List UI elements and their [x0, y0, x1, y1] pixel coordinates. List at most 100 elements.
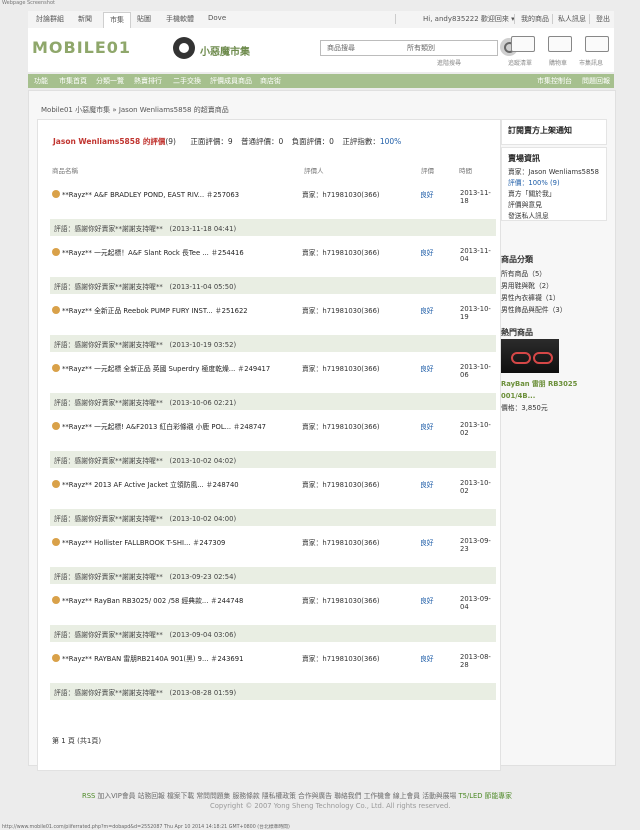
product-title[interactable]: **Rayz** RAYBAN 雷朋RB2140A 901(黑) 9... ＃2…: [62, 653, 322, 663]
browser-caption: Webpage Screenshot: [2, 0, 55, 6]
seller-text[interactable]: 賣家：h71981030(366): [302, 653, 380, 663]
footer-terms[interactable]: 服務條款: [233, 792, 260, 800]
seller-link-about[interactable]: 賣方「關於我」: [502, 189, 606, 200]
logout-link[interactable]: 登出: [596, 14, 610, 24]
seller-text[interactable]: 賣家：h71981030(366): [302, 595, 380, 605]
footer-vip[interactable]: 加入VIP會員: [98, 792, 136, 800]
market-message-label[interactable]: 市集訊息: [579, 58, 603, 67]
user-greeting[interactable]: Hi, andy835222 歡迎回來 ▾: [423, 14, 515, 24]
product-title[interactable]: **Rayz** 一元起標 全新正品 英國 Superdry 極度乾燥... ＃…: [62, 363, 322, 373]
product-title[interactable]: **Rayz** 一元起標! A&F2013 紅白彩條襯 小鹿 POL... ＃…: [62, 421, 322, 431]
rating-count: (9): [165, 137, 176, 146]
rating-text: 良好: [420, 655, 434, 663]
comment-row: 評語：感謝你好賣家**謝謝支持喔** (2013-08-28 01:59): [50, 683, 496, 700]
footer-ads[interactable]: 合作與廣告: [298, 792, 332, 800]
advanced-search-link[interactable]: 進階搜尋: [437, 58, 461, 67]
devil-logo-icon: [173, 37, 195, 59]
table-row: **Rayz** RayBan RB3025/ 002 /58 經典款... ＃…: [52, 594, 492, 612]
hot-products-title: 熱門商品: [501, 328, 533, 337]
search-category-select[interactable]: 所有類別: [407, 43, 491, 53]
footer-faq[interactable]: 常問問題集: [196, 792, 230, 800]
comment-row: 評語：感謝你好賣家**謝謝支持喔** (2013-10-06 02:21): [50, 393, 496, 410]
rated-user[interactable]: Jason Wenliams5858 的評價: [53, 137, 165, 146]
seller-text[interactable]: 賣家：h71981030(366): [302, 421, 380, 431]
comment-text: 評語：感謝你好賣家**謝謝支持喔** (2013-09-04 03:06): [54, 631, 237, 639]
col-time: 時間: [459, 167, 472, 175]
product-title[interactable]: **Rayz** Hollister FALLBROOK T-SHI... ＃2…: [62, 537, 322, 547]
site-logo[interactable]: MOBILE01: [32, 38, 131, 57]
rating-date: 2013-10-19: [460, 305, 491, 321]
market-message-icon[interactable]: [585, 36, 609, 52]
seller-name[interactable]: 賣家：Jason Wenliams5858: [502, 167, 606, 178]
category-accessories[interactable]: 男性飾品與配件（3）: [501, 304, 605, 314]
search-box[interactable]: 商品搜尋 所有類別: [320, 40, 498, 56]
private-messages-link[interactable]: 私人訊息: [558, 14, 586, 24]
table-row: **Rayz** A&F BRADLEY POND, EAST RIV... ＃…: [52, 188, 492, 206]
footer-contact[interactable]: 聯絡我們: [334, 792, 361, 800]
seller-text[interactable]: 賣家：h71981030(366): [302, 363, 380, 373]
rating-date: 2013-10-02: [460, 421, 491, 437]
nav-features[interactable]: 功能: [34, 76, 48, 86]
tab-discussion[interactable]: 討論群組: [36, 14, 64, 24]
table-row: **Rayz** 一元起標! A&F2013 紅白彩條襯 小鹿 POL... ＃…: [52, 420, 492, 438]
rating-date: 2013-11-18: [460, 189, 491, 205]
cart-label[interactable]: 購物車: [549, 58, 567, 67]
seller-text[interactable]: 賣家：h71981030(366): [302, 305, 380, 315]
tab-photos[interactable]: 貼圖: [137, 14, 151, 24]
rating-text: 良好: [420, 191, 434, 199]
product-title[interactable]: **Rayz** A&F BRADLEY POND, EAST RIV... ＃…: [62, 189, 322, 199]
hot-product-image[interactable]: [501, 339, 559, 373]
watchlist-label[interactable]: 追蹤清單: [508, 58, 532, 67]
product-title[interactable]: **Rayz** RayBan RB3025/ 002 /58 經典款... ＃…: [62, 595, 322, 605]
category-all[interactable]: 所有商品（5）: [501, 268, 605, 278]
table-row: **Rayz** 一元起標！A&F Slant Rock 長Tee ... ＃2…: [52, 246, 492, 264]
footer-privacy[interactable]: 隱私權政策: [262, 792, 296, 800]
cart-icon[interactable]: [548, 36, 572, 52]
copyright: Copyright © 2007 Yong Sheng Technology C…: [210, 802, 451, 810]
seller-text[interactable]: 賣家：h71981030(366): [302, 189, 380, 199]
comment-row: 評語：感謝你好賣家**謝謝支持喔** (2013-10-02 04:00): [50, 509, 496, 526]
rating-date: 2013-11-04: [460, 247, 491, 263]
pagination[interactable]: 第 1 頁 (共1頁): [52, 736, 101, 746]
hot-product-name[interactable]: RayBan 雷朋 RB3025 001/4B...: [501, 378, 605, 402]
seller-link-feedback[interactable]: 評價與意見: [502, 200, 606, 211]
nav-second-hand[interactable]: 二手交換: [173, 76, 201, 86]
seller-text[interactable]: 賣家：h71981030(366): [302, 537, 380, 547]
footer-led[interactable]: T5/LED 節能專家: [458, 792, 511, 800]
subscribe-title[interactable]: 訂閱賣方上架通知: [502, 120, 606, 139]
tab-mobile-apps[interactable]: 手機軟體: [166, 14, 194, 24]
nav-categories[interactable]: 分類一覽: [96, 76, 124, 86]
footer-events[interactable]: 活動與展場: [422, 792, 456, 800]
nav-market-console[interactable]: 市集控制台: [537, 76, 572, 86]
seller-link-message[interactable]: 發送私人訊息: [502, 211, 606, 222]
footer-download[interactable]: 檔案下載: [167, 792, 194, 800]
product-title[interactable]: **Rayz** 2013 AF Active Jacket 立領防風... ＃…: [62, 479, 322, 489]
footer-online-members[interactable]: 線上會員: [393, 792, 420, 800]
seller-rate[interactable]: 評價：100% (9): [502, 178, 606, 189]
nav-home[interactable]: 市集首頁: [59, 76, 87, 86]
seller-text[interactable]: 賣家：h71981030(366): [302, 479, 380, 489]
category-title: 商品分類: [501, 255, 533, 264]
tab-news[interactable]: 新聞: [78, 14, 92, 24]
breadcrumb[interactable]: Mobile01 小惡魔市集 » Jason Wenliams5858 的超賣商…: [41, 105, 229, 115]
nav-best-sellers[interactable]: 熱賣排行: [134, 76, 162, 86]
table-row: **Rayz** 全新正品 Reebok PUMP FURY INST... ＃…: [52, 304, 492, 322]
search-input[interactable]: 商品搜尋: [327, 43, 355, 53]
product-title[interactable]: **Rayz** 全新正品 Reebok PUMP FURY INST... ＃…: [62, 305, 322, 315]
seller-text[interactable]: 賣家：h71981030(366): [302, 247, 380, 257]
tab-dove[interactable]: Dove: [208, 14, 226, 22]
comment-text: 評語：感謝你好賣家**謝謝支持喔** (2013-10-02 04:02): [54, 457, 237, 465]
watchlist-icon[interactable]: [511, 36, 535, 52]
category-underwear[interactable]: 男性內衣褲襪（1）: [501, 292, 605, 302]
table-row: **Rayz** 一元起標 全新正品 英國 Superdry 極度乾燥... ＃…: [52, 362, 492, 380]
category-shoes[interactable]: 男用鞋與靴（2）: [501, 280, 605, 290]
footer-report[interactable]: 站務回報: [138, 792, 165, 800]
footer-jobs[interactable]: 工作機會: [364, 792, 391, 800]
nav-rated-products[interactable]: 評價成員商品: [210, 76, 252, 86]
comment-text: 評語：感謝你好賣家**謝謝支持喔** (2013-08-28 01:59): [54, 689, 237, 697]
my-products-link[interactable]: 我的商品: [521, 14, 549, 24]
product-title[interactable]: **Rayz** 一元起標！A&F Slant Rock 長Tee ... ＃2…: [62, 247, 322, 257]
footer-rss[interactable]: RSS: [82, 792, 95, 800]
nav-store-street[interactable]: 商店街: [260, 76, 281, 86]
nav-report-issue[interactable]: 問題回報: [582, 76, 610, 86]
